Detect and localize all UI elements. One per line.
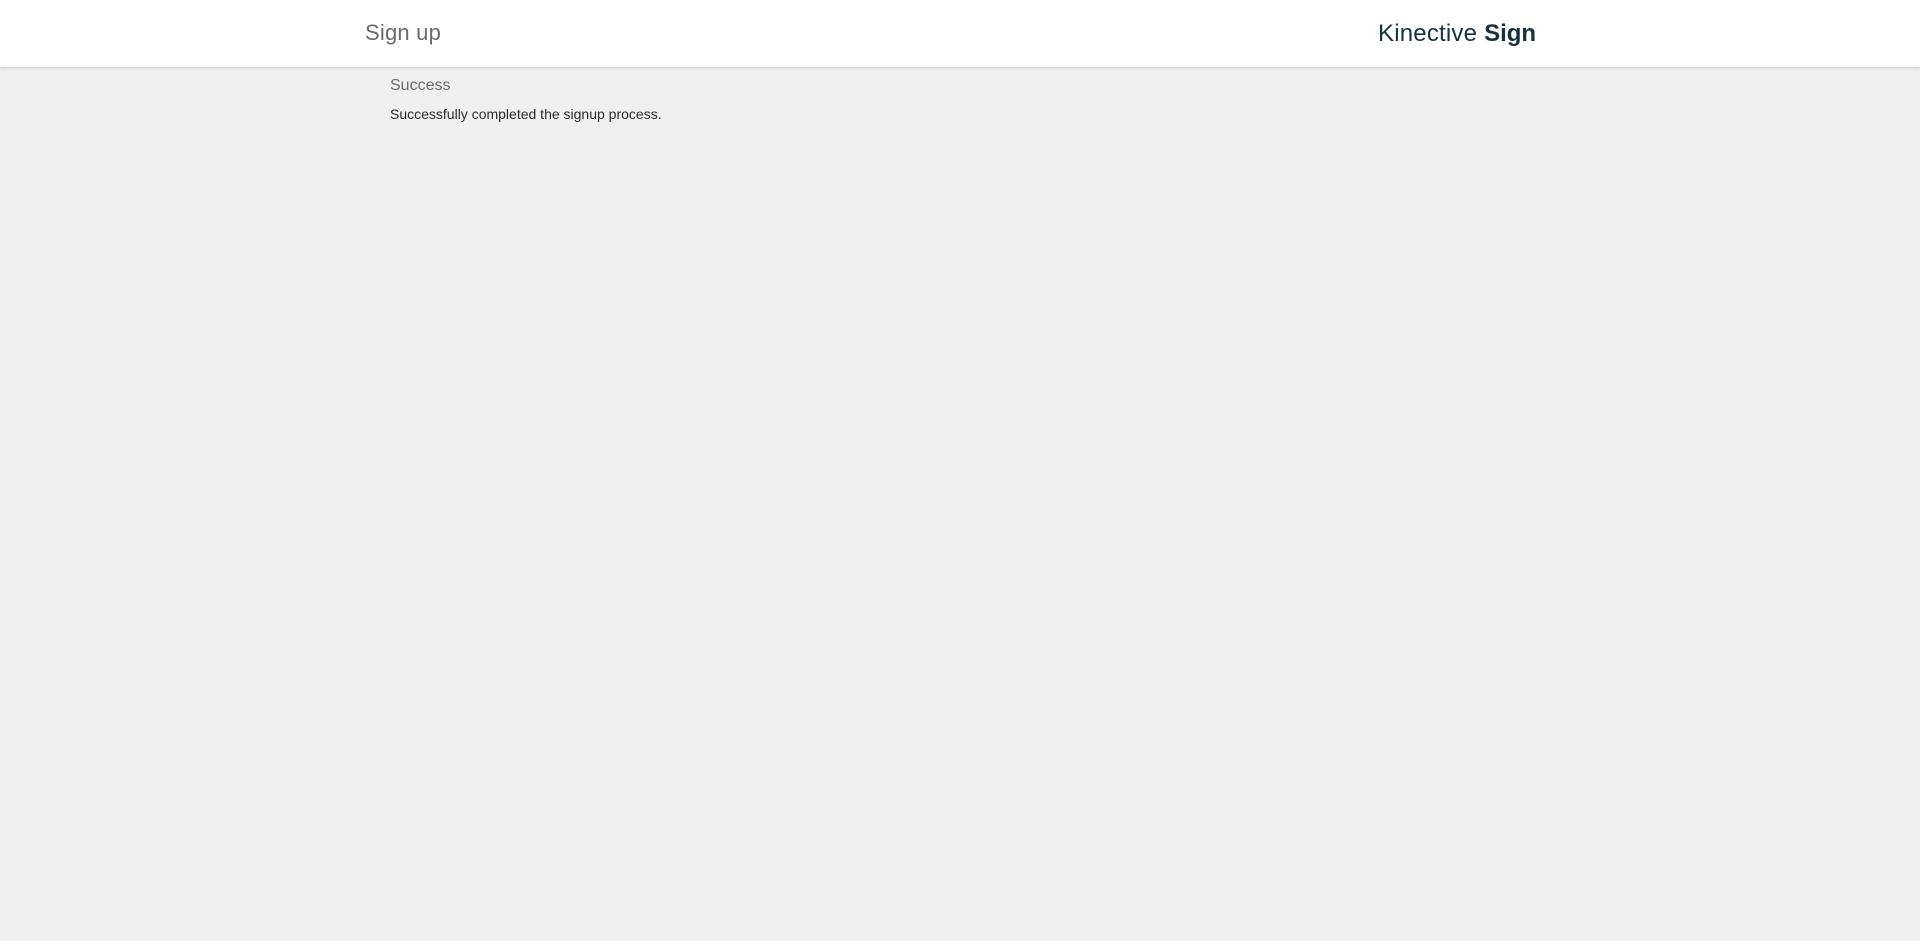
main-content: Success Successfully completed the signu…: [0, 67, 1920, 941]
brand-product: Sign: [1484, 20, 1537, 47]
brand-name: Kinective: [1378, 20, 1485, 47]
success-message: Successfully completed the signup proces…: [390, 106, 662, 122]
brand-logo: Kinective Sign: [1378, 19, 1536, 49]
page-title: Sign up: [365, 20, 442, 45]
success-title: Success: [390, 77, 451, 94]
top-header: Sign up Kinective Sign: [0, 0, 1920, 67]
